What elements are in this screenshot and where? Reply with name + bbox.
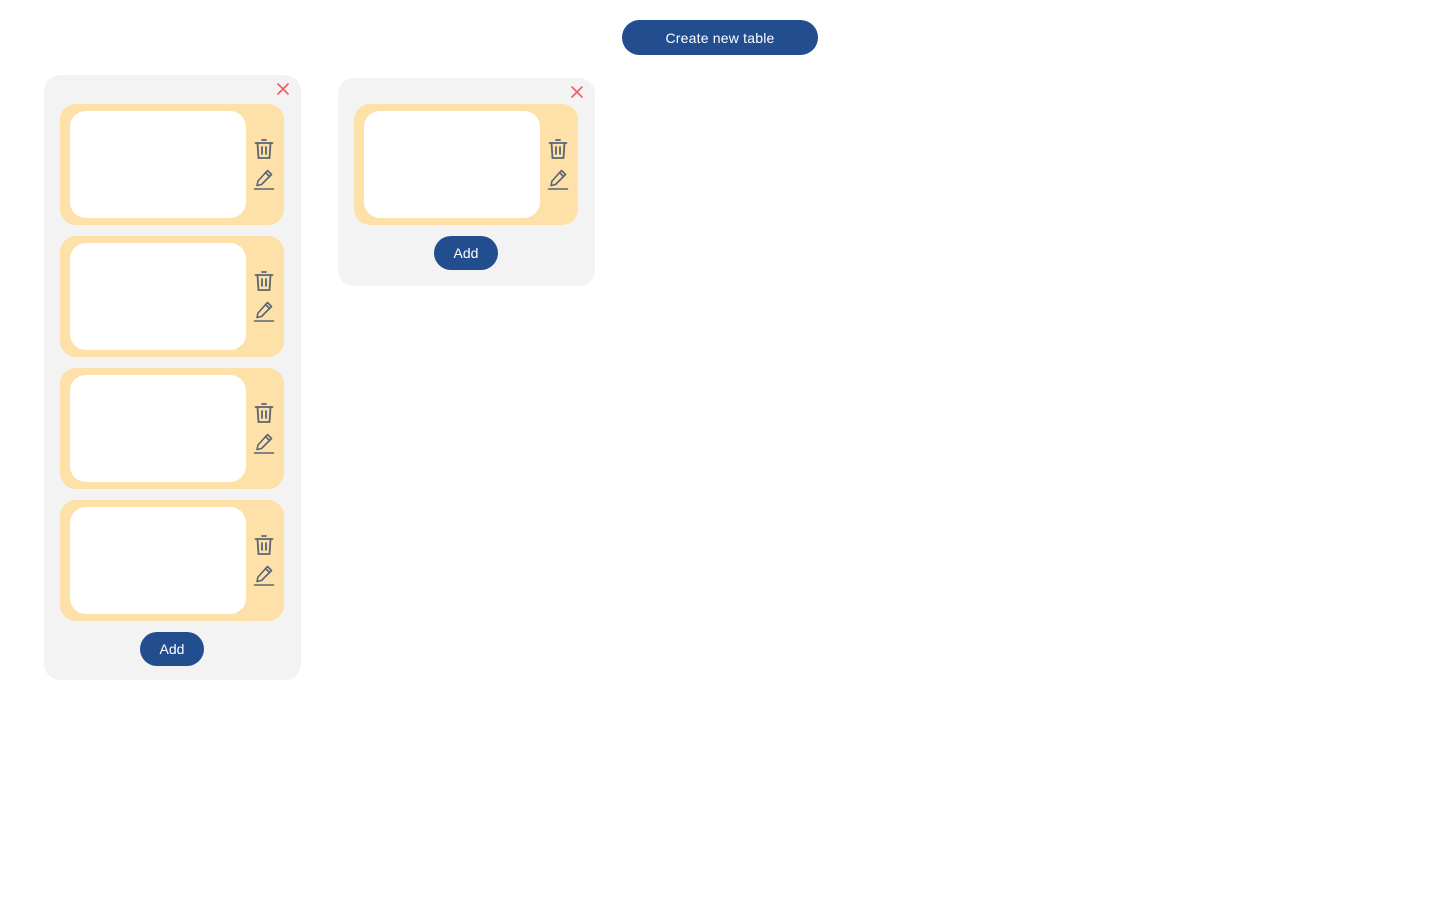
card-content[interactable] xyxy=(70,507,246,614)
delete-card-button[interactable] xyxy=(252,401,276,425)
trash-icon xyxy=(254,271,274,291)
pencil-icon xyxy=(253,433,275,454)
delete-card-button[interactable] xyxy=(546,137,570,161)
create-new-table-button[interactable]: Create new table xyxy=(622,20,818,55)
add-card-button[interactable]: Add xyxy=(140,632,204,666)
card-content[interactable] xyxy=(364,111,540,218)
close-icon xyxy=(277,83,289,95)
card xyxy=(60,104,284,225)
card xyxy=(354,104,578,225)
delete-card-button[interactable] xyxy=(252,137,276,161)
trash-icon xyxy=(254,139,274,159)
card-content[interactable] xyxy=(70,243,246,350)
edit-card-button[interactable] xyxy=(252,299,276,323)
edit-card-button[interactable] xyxy=(546,167,570,191)
card-content[interactable] xyxy=(70,111,246,218)
close-icon xyxy=(571,86,583,98)
trash-icon xyxy=(254,535,274,555)
card xyxy=(60,236,284,357)
pencil-icon xyxy=(253,565,275,586)
delete-card-button[interactable] xyxy=(252,269,276,293)
trash-icon xyxy=(254,403,274,423)
delete-card-button[interactable] xyxy=(252,533,276,557)
card xyxy=(60,500,284,621)
pencil-icon xyxy=(547,169,569,190)
card xyxy=(60,368,284,489)
trash-icon xyxy=(548,139,568,159)
close-board-button[interactable] xyxy=(569,84,585,100)
pencil-icon xyxy=(253,301,275,322)
pencil-icon xyxy=(253,169,275,190)
add-card-button[interactable]: Add xyxy=(434,236,498,270)
card-content[interactable] xyxy=(70,375,246,482)
card-list xyxy=(354,104,578,236)
edit-card-button[interactable] xyxy=(252,563,276,587)
card-list xyxy=(60,104,284,632)
table-board: Add xyxy=(338,78,595,286)
edit-card-button[interactable] xyxy=(252,431,276,455)
edit-card-button[interactable] xyxy=(252,167,276,191)
close-board-button[interactable] xyxy=(275,81,291,97)
table-board: Add xyxy=(44,75,301,680)
